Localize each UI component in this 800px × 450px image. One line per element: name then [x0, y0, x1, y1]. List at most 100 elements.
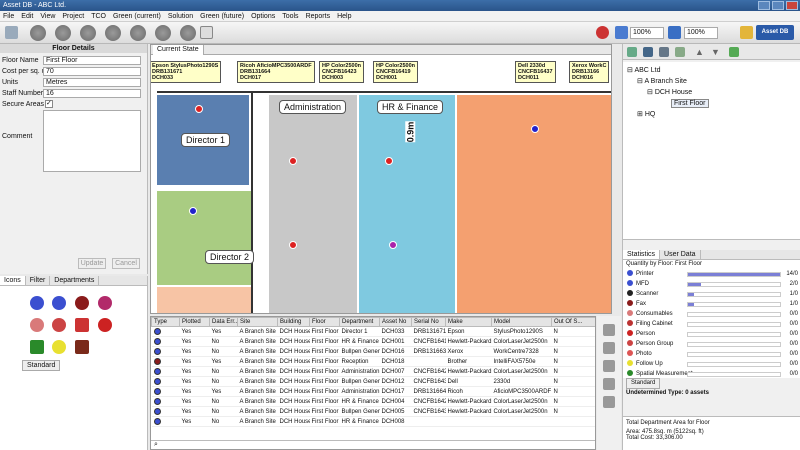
close-button[interactable]	[786, 1, 798, 10]
printer-pin[interactable]	[289, 241, 297, 249]
table-row[interactable]: Yes Yes A Branch Site DCH House First Floor R…	[151, 356, 595, 367]
export-icon[interactable]	[603, 342, 615, 354]
units-select[interactable]: Metres	[43, 78, 141, 87]
settings-icon[interactable]	[603, 396, 615, 408]
mfd-icon[interactable]	[52, 296, 66, 310]
table-row[interactable]: Yes No A Branch Site DCH House First Floor Ad…	[151, 366, 595, 377]
printer-pin[interactable]	[389, 241, 397, 249]
printer-pin[interactable]	[195, 105, 203, 113]
menu-green-future[interactable]: Green (future)	[200, 11, 244, 21]
print-icon[interactable]	[603, 360, 615, 372]
back-icon[interactable]	[30, 25, 46, 41]
menu-tco[interactable]: TCO	[91, 11, 106, 21]
add-site-icon[interactable]	[627, 47, 637, 57]
col-serial-no[interactable]: Serial No	[411, 317, 446, 327]
menu-view[interactable]: View	[40, 11, 55, 21]
table-row[interactable]: Yes No A Branch Site DCH House First Floor Bu…	[151, 346, 595, 357]
search-filter-bar[interactable]: ⌕	[151, 440, 595, 449]
comment-textarea[interactable]	[43, 110, 141, 172]
menu-tools[interactable]: Tools	[282, 11, 298, 21]
col-make[interactable]: Make	[445, 317, 492, 327]
col-data-err[interactable]: Data Err..	[209, 317, 238, 327]
printer-pin[interactable]	[531, 125, 539, 133]
col-model[interactable]: Model	[491, 317, 552, 327]
zoom-level-select-2[interactable]: 100%	[684, 27, 718, 39]
col-asset-no[interactable]: Asset No	[379, 317, 412, 327]
callout-epson[interactable]: Epson StylusPhoto1290S DRB131671 DCH033	[151, 61, 222, 83]
col-plotted[interactable]: Plotted	[179, 317, 210, 327]
minimize-button[interactable]	[758, 1, 770, 10]
green-icon[interactable]	[729, 47, 739, 57]
update-button[interactable]: Update	[78, 258, 106, 269]
refresh-icon[interactable]	[80, 25, 96, 41]
callout-dell[interactable]: Dell 2330d CNCFB16437 DCH011	[515, 61, 556, 83]
move-down-icon[interactable]: ▼	[711, 47, 721, 57]
home-icon[interactable]	[105, 25, 121, 41]
menu-help[interactable]: Help	[337, 11, 351, 21]
monitor-icon[interactable]	[200, 26, 213, 39]
filter-icon[interactable]	[603, 378, 615, 390]
scanner-icon[interactable]	[98, 296, 112, 310]
tree-floor[interactable]: First Floor	[671, 99, 709, 108]
zoom-level-select[interactable]: 100%	[630, 27, 664, 39]
menu-options[interactable]: Options	[251, 11, 275, 21]
tab-current-state[interactable]: Current State	[153, 45, 204, 55]
spatial-measurement-icon[interactable]	[30, 340, 44, 354]
delete-icon[interactable]	[155, 25, 171, 41]
menu-project[interactable]: Project	[62, 11, 84, 21]
copy-icon[interactable]	[603, 324, 615, 336]
callout-ricoh[interactable]: Ricoh AficioMPC3500ARDF DRB131664 DCH017	[237, 61, 315, 83]
photo-icon[interactable]	[75, 340, 89, 354]
table-row[interactable]: Yes No A Branch Site DCH House First Floor HR…	[151, 336, 595, 347]
printer-pin[interactable]	[189, 207, 197, 215]
tab-statistics[interactable]: Statistics	[623, 250, 661, 259]
person-group-icon[interactable]	[52, 318, 66, 332]
staff-input[interactable]: 16	[43, 89, 141, 98]
settings-icon[interactable]	[180, 25, 196, 41]
table-row[interactable]: Yes No A Branch Site DCH House First Floor Bu…	[151, 406, 595, 417]
follow-up-icon[interactable]	[52, 340, 66, 354]
table-row[interactable]: Yes No A Branch Site DCH House First Floor Bu…	[151, 376, 595, 387]
menu-edit[interactable]: Edit	[21, 11, 33, 21]
menu-solution[interactable]: Solution	[168, 11, 193, 21]
floor-name-input[interactable]: First Floor	[43, 56, 141, 65]
filing-cabinet-icon[interactable]	[75, 318, 89, 332]
callout-xerox[interactable]: Xerox WorkC DRB13166 DCH016	[569, 61, 610, 83]
person-icon[interactable]	[98, 318, 112, 332]
col-out-of-service[interactable]: Out Of S...	[551, 317, 595, 327]
zoom-out-icon[interactable]	[668, 26, 681, 39]
printer-pin[interactable]	[289, 157, 297, 165]
forward-icon[interactable]	[55, 25, 71, 41]
zoom-in-icon[interactable]	[615, 26, 628, 39]
maximize-button[interactable]	[772, 1, 784, 10]
printer-pin[interactable]	[385, 157, 393, 165]
tree-hq[interactable]: ⊞ HQ	[637, 110, 655, 118]
menu-file[interactable]: File	[3, 11, 14, 21]
list-icon[interactable]	[659, 47, 669, 57]
link-icon[interactable]	[675, 47, 685, 57]
standard-tab[interactable]: Standard	[22, 360, 61, 371]
tab-departments[interactable]: Departments	[50, 276, 100, 285]
secure-areas-checkbox[interactable]: ✓	[45, 100, 53, 108]
cost-input[interactable]: 70	[43, 67, 141, 76]
col-floor[interactable]: Floor	[309, 317, 340, 327]
lock-icon[interactable]	[740, 26, 753, 39]
tab-filter[interactable]: Filter	[26, 276, 51, 285]
col-building[interactable]: Building	[277, 317, 310, 327]
table-row[interactable]: Yes Yes A Branch Site DCH House First Floor A…	[151, 386, 595, 397]
callout-hp2[interactable]: HP Color2500n CNCFB16419 DCH001	[373, 61, 419, 83]
menu-green-current[interactable]: Green (current)	[113, 11, 161, 21]
consumables-icon[interactable]	[30, 318, 44, 332]
tab-icons[interactable]: Icons	[0, 276, 26, 285]
cancel-button[interactable]: Cancel	[112, 258, 140, 269]
tree-building[interactable]: ⊟ DCH House	[647, 88, 692, 96]
table-row[interactable]: Yes No A Branch Site DCH House First Floor HR…	[151, 416, 595, 427]
col-department[interactable]: Department	[339, 317, 380, 327]
table-row[interactable]: Yes Yes A Branch Site DCH House First Floor D…	[151, 326, 595, 337]
zoom-tool-icon[interactable]	[596, 26, 609, 39]
new-icon[interactable]	[5, 26, 18, 39]
callout-hp1[interactable]: HP Color2500n CNCFB16423 DCH003	[319, 61, 365, 83]
menu-reports[interactable]: Reports	[306, 11, 331, 21]
add-icon[interactable]	[130, 25, 146, 41]
stats-standard-tab[interactable]: Standard	[626, 378, 661, 389]
